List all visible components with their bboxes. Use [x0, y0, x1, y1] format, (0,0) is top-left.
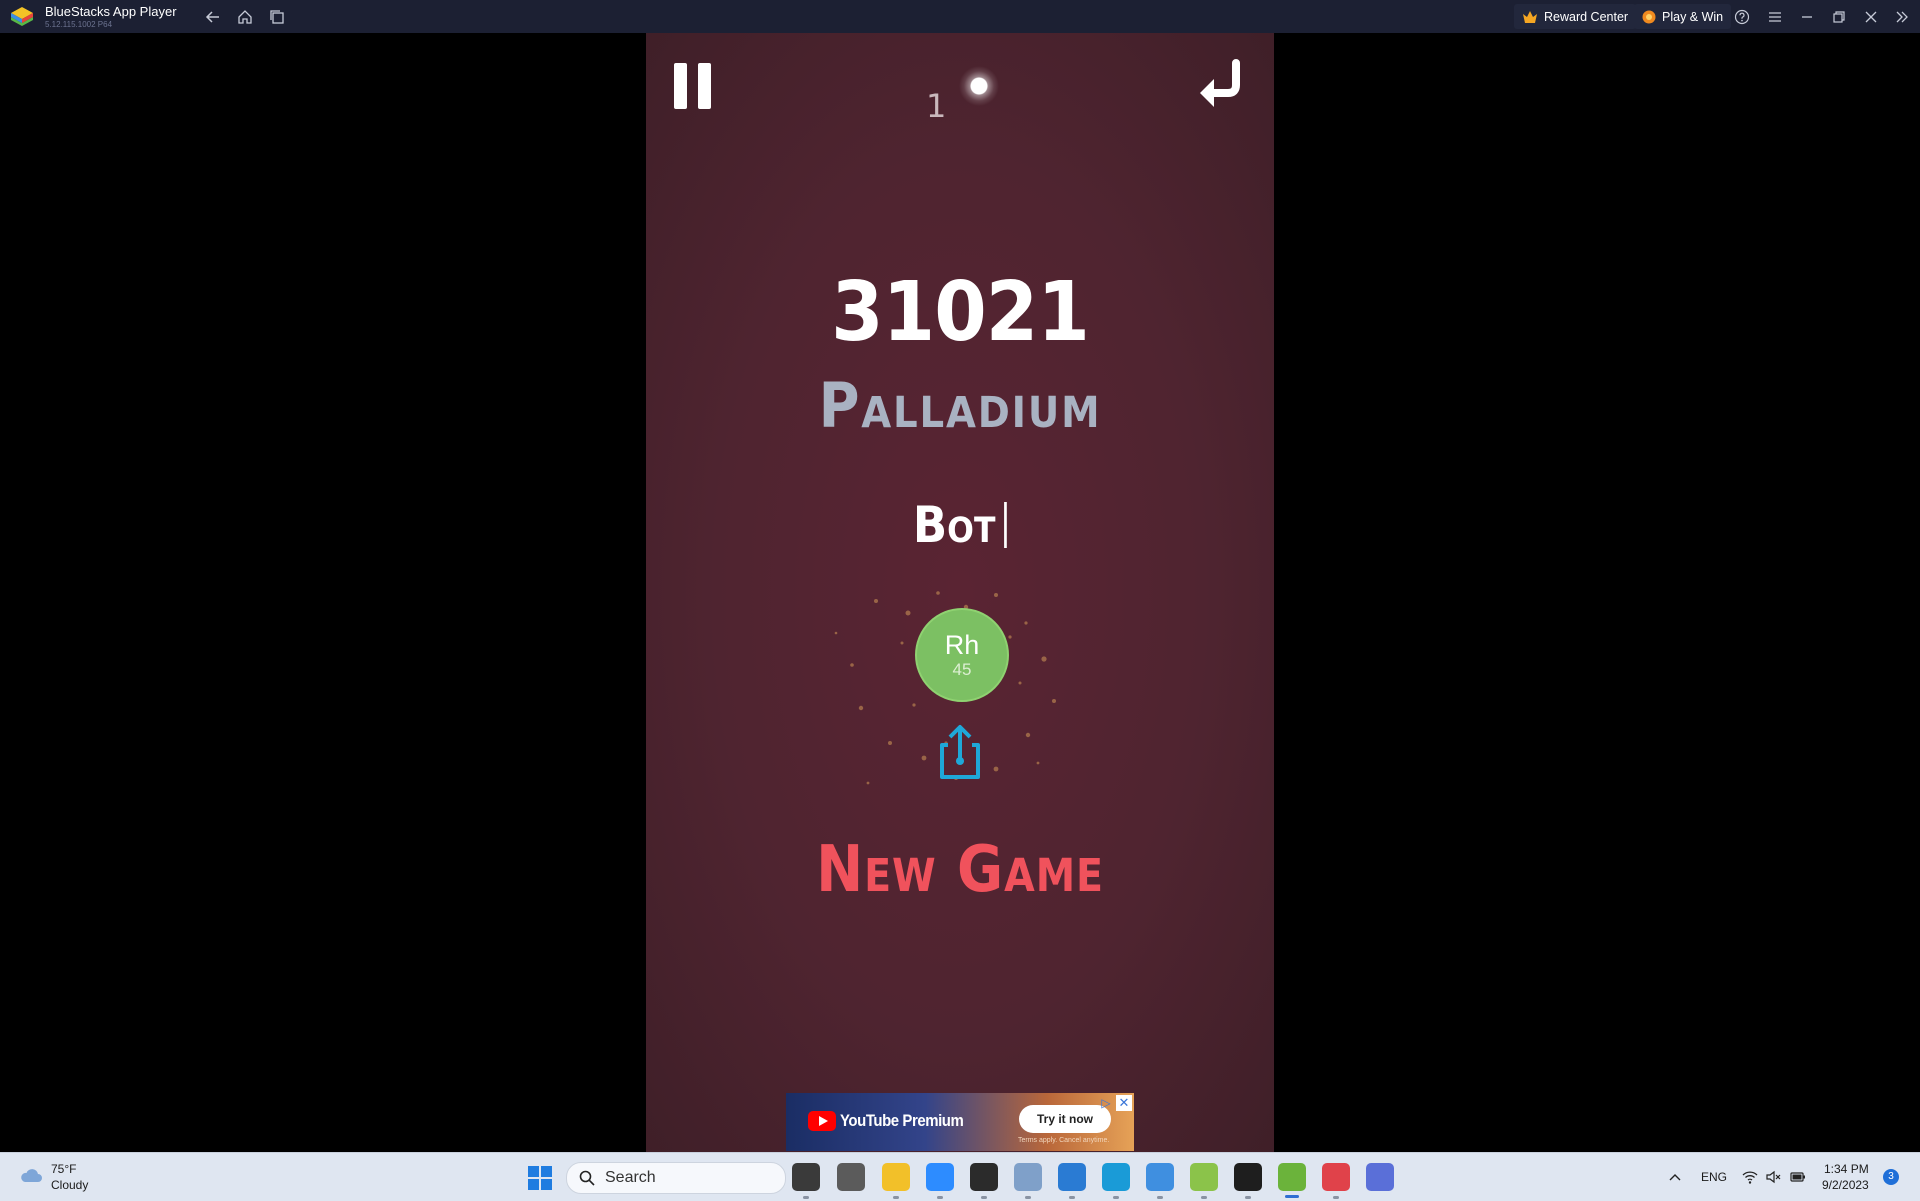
file-manager-app-icon[interactable]	[792, 1163, 820, 1199]
play-win-label: Play & Win	[1662, 9, 1724, 24]
back-icon[interactable]	[203, 7, 223, 27]
atom-symbol: Rh	[944, 630, 980, 660]
dx-app-icon[interactable]	[837, 1163, 865, 1191]
language-indicator[interactable]: ENG	[1701, 1170, 1727, 1184]
menu-icon[interactable]	[1765, 7, 1785, 27]
app-title: BlueStacks App Player	[45, 4, 177, 19]
youtube-logo-icon	[808, 1111, 836, 1131]
snipping-tool-app-icon[interactable]	[1322, 1163, 1350, 1199]
plus-atom-orb-icon	[959, 66, 999, 106]
wifi-icon[interactable]	[1742, 1169, 1758, 1185]
reward-center-button[interactable]: Reward Center	[1514, 4, 1637, 29]
expand-sidebar-icon[interactable]	[1892, 7, 1912, 27]
weather-temperature[interactable]: 75°F	[51, 1162, 76, 1176]
close-icon[interactable]	[1861, 7, 1881, 27]
pause-button[interactable]	[674, 63, 714, 109]
file-explorer-app-icon[interactable]	[882, 1163, 910, 1199]
bluestacks-logo-icon	[11, 7, 33, 26]
bluestacks-titlebar: BlueStacks App Player 5.12.115.1002 P64 …	[0, 0, 1920, 33]
ad-close-icon[interactable]: ✕	[1116, 1095, 1132, 1111]
coin-icon	[1642, 10, 1656, 24]
pause-bar	[698, 63, 711, 109]
crown-icon	[1522, 10, 1538, 24]
zoom-app-icon[interactable]	[926, 1163, 954, 1199]
play-win-button[interactable]: Play & Win	[1634, 4, 1732, 29]
paint-app-icon[interactable]	[1146, 1163, 1174, 1199]
notification-badge[interactable]: 3	[1883, 1169, 1899, 1185]
ad-choices-icon[interactable]: ▷	[1098, 1095, 1114, 1111]
ad-brand: YouTube Premium	[840, 1111, 964, 1130]
chevron-up-icon[interactable]	[1667, 1169, 1683, 1185]
share-icon[interactable]	[936, 723, 984, 781]
reward-center-label: Reward Center	[1544, 9, 1629, 24]
search-icon	[579, 1170, 595, 1186]
speaker-muted-icon[interactable]	[1765, 1169, 1781, 1185]
search-placeholder: Search	[605, 1169, 656, 1186]
weather-condition[interactable]: Cloudy	[51, 1178, 88, 1192]
new-game-button[interactable]: New Game	[684, 833, 1237, 907]
element-atom: Rh 45	[915, 608, 1009, 702]
best-element-name: Palladium	[818, 369, 1102, 442]
minimize-icon[interactable]	[1797, 7, 1817, 27]
windows-start-icon[interactable]	[528, 1166, 552, 1190]
console-app-icon[interactable]	[1234, 1163, 1262, 1199]
atom-number: 45	[952, 660, 972, 679]
score: 31021	[831, 265, 1090, 360]
restore-icon[interactable]	[1829, 7, 1849, 27]
terminal-app-icon[interactable]	[970, 1163, 998, 1199]
ad-terms: Terms apply. Cancel anytime.	[1018, 1137, 1110, 1144]
clock-date[interactable]: 9/2/2023	[1822, 1178, 1869, 1192]
recent-apps-icon[interactable]	[267, 7, 287, 27]
app-version: 5.12.115.1002 P64	[45, 20, 113, 29]
home-icon[interactable]	[235, 7, 255, 27]
player-name-input[interactable]: Bot	[677, 496, 1242, 554]
player-name-text: Bot	[912, 496, 996, 554]
game-screen: 1 31021 Palladium Bot Rh 45 New Game	[646, 33, 1274, 1153]
windows-taskbar: 75°F Cloudy Search ENG 1:34 PM 9/2/2023 …	[0, 1152, 1920, 1201]
battery-icon[interactable]	[1790, 1169, 1806, 1185]
pause-bar	[674, 63, 687, 109]
edge-app-icon[interactable]	[1102, 1163, 1130, 1199]
clock-time[interactable]: 1:34 PM	[1824, 1162, 1869, 1176]
bluestacks-app-icon[interactable]	[1278, 1163, 1306, 1198]
photos-app-icon[interactable]	[1014, 1163, 1042, 1199]
cloud-icon[interactable]	[18, 1163, 44, 1189]
text-caret	[1004, 502, 1008, 548]
moves-counter: 1	[926, 87, 947, 125]
vscode-app-icon[interactable]	[1058, 1163, 1086, 1199]
taskbar-search-input[interactable]: Search	[566, 1162, 786, 1194]
notepad-app-icon[interactable]	[1190, 1163, 1218, 1199]
undo-icon[interactable]	[1196, 59, 1246, 115]
help-icon[interactable]	[1732, 7, 1752, 27]
ad-banner[interactable]: YouTube Premium Try it now Terms apply. …	[786, 1093, 1134, 1151]
vpn-app-icon[interactable]	[1366, 1163, 1394, 1191]
